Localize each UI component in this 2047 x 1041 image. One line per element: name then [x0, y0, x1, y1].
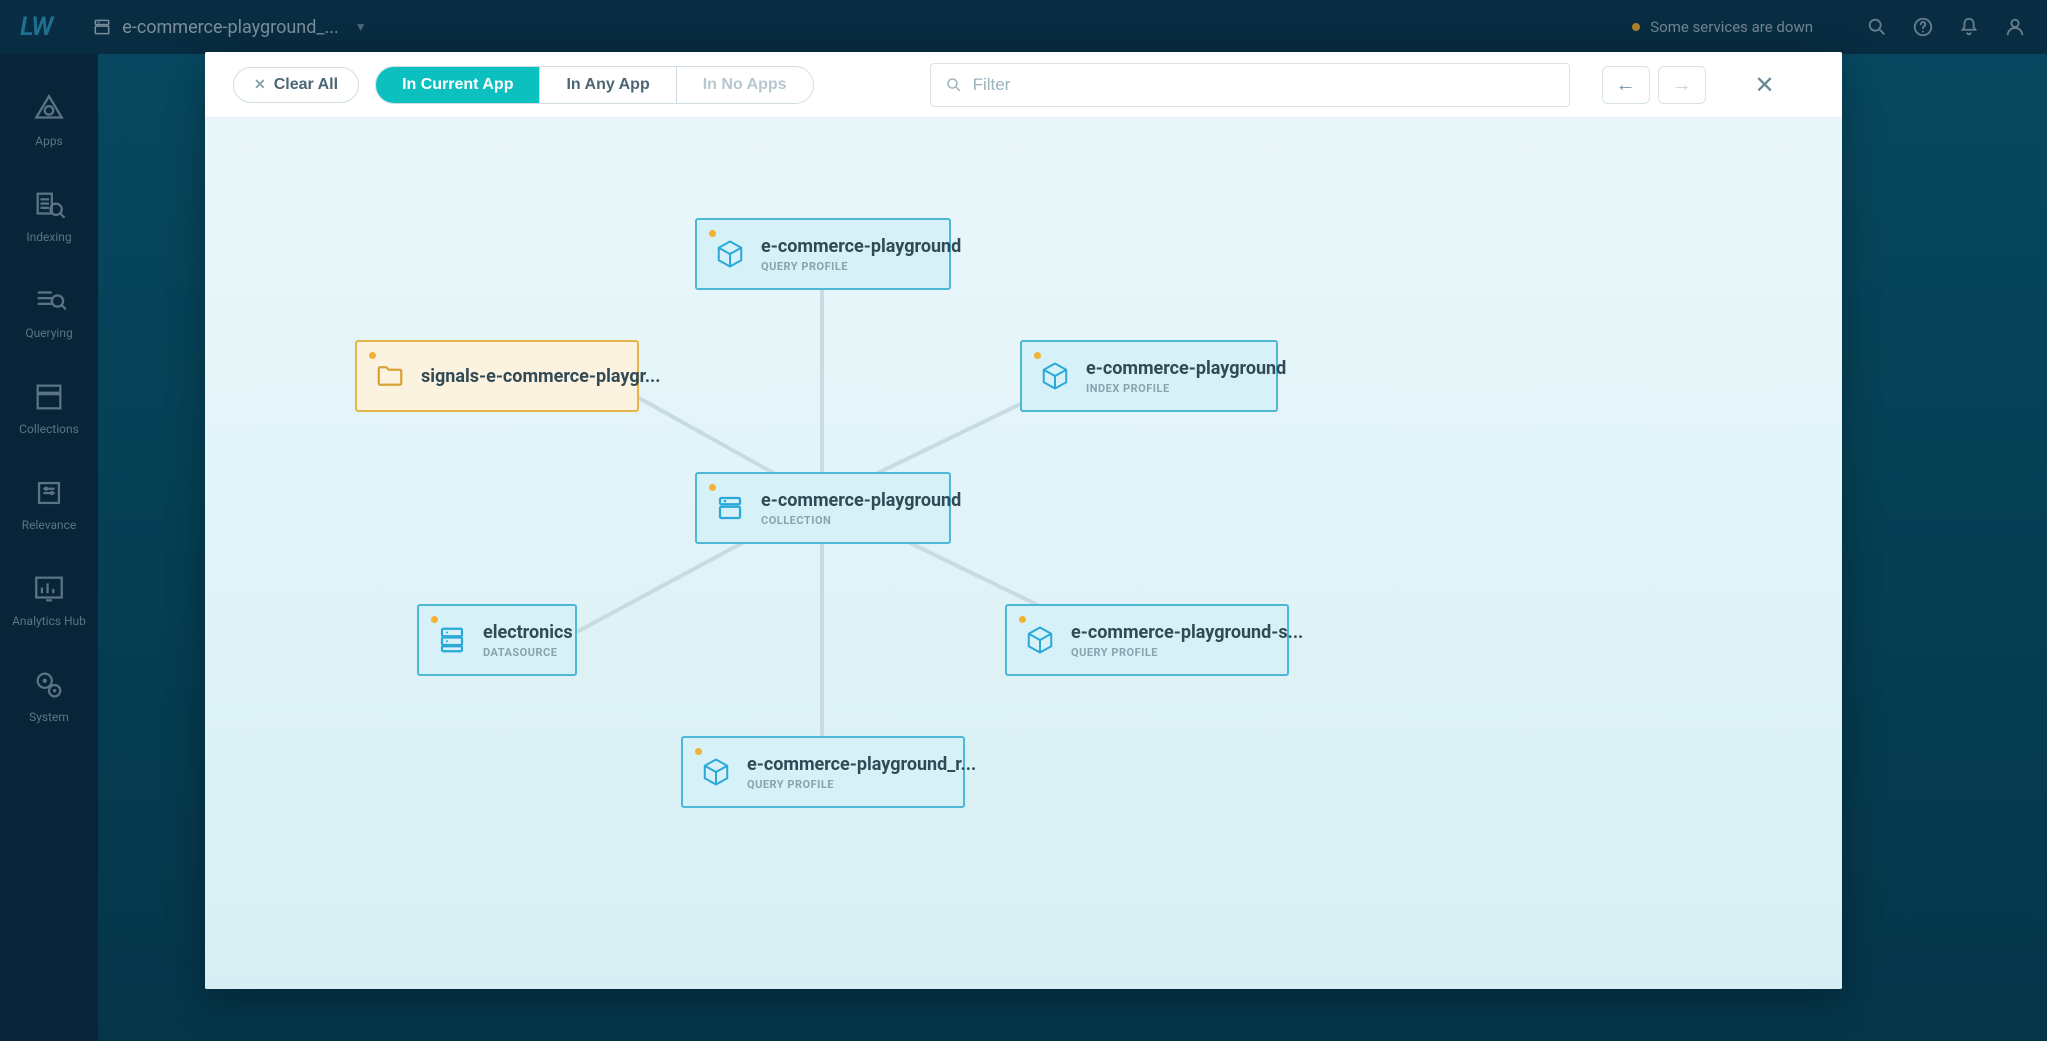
status-dot-icon — [695, 748, 702, 755]
cube-icon — [1025, 624, 1055, 656]
status-dot-icon — [1034, 352, 1041, 359]
close-icon: ✕ — [1755, 71, 1775, 99]
scope-no-apps[interactable]: In No Apps — [677, 67, 813, 103]
status-dot-icon — [431, 616, 438, 623]
scope-current-app[interactable]: In Current App — [376, 67, 540, 103]
cube-icon — [701, 756, 731, 788]
node-index-profile[interactable]: e-commerce-playground INDEX PROFILE — [1020, 340, 1278, 412]
filter-input[interactable] — [973, 75, 1555, 95]
status-dot-icon — [709, 484, 716, 491]
cube-icon — [1040, 360, 1070, 392]
search-icon — [945, 76, 963, 94]
graph-edges — [205, 118, 1842, 989]
node-query-profile-r[interactable]: e-commerce-playground_r... QUERY PROFILE — [681, 736, 965, 808]
scope-segmented-control: In Current App In Any App In No Apps — [375, 66, 814, 104]
close-modal-button[interactable]: ✕ — [1750, 70, 1780, 100]
stack-icon — [715, 492, 745, 524]
clear-all-button[interactable]: ✕ Clear All — [233, 67, 359, 103]
forward-button[interactable]: → — [1658, 66, 1706, 104]
scope-any-app[interactable]: In Any App — [540, 67, 676, 103]
node-signals-folder[interactable]: signals-e-commerce-playgr... — [355, 340, 639, 412]
node-query-profile-s[interactable]: e-commerce-playground-s... QUERY PROFILE — [1005, 604, 1289, 676]
status-dot-icon — [369, 352, 376, 359]
node-collection-center[interactable]: e-commerce-playground COLLECTION — [695, 472, 951, 544]
status-dot-icon — [709, 230, 716, 237]
modal-toolbar: ✕ Clear All In Current App In Any App In… — [205, 52, 1842, 118]
close-icon: ✕ — [254, 76, 266, 93]
object-explorer-modal: ✕ Clear All In Current App In Any App In… — [205, 52, 1842, 989]
history-nav: ← → — [1602, 66, 1706, 104]
arrow-left-icon: ← — [1616, 72, 1636, 97]
graph-canvas[interactable]: e-commerce-playground QUERY PROFILE sign… — [205, 118, 1842, 989]
folder-icon — [375, 360, 405, 392]
node-datasource[interactable]: electronics DATASOURCE — [417, 604, 577, 676]
node-query-profile-top[interactable]: e-commerce-playground QUERY PROFILE — [695, 218, 951, 290]
cube-icon — [715, 238, 745, 270]
back-button[interactable]: ← — [1602, 66, 1650, 104]
server-icon — [437, 624, 467, 656]
status-dot-icon — [1019, 616, 1026, 623]
arrow-right-icon: → — [1672, 72, 1692, 97]
filter-input-wrapper[interactable] — [930, 63, 1570, 107]
